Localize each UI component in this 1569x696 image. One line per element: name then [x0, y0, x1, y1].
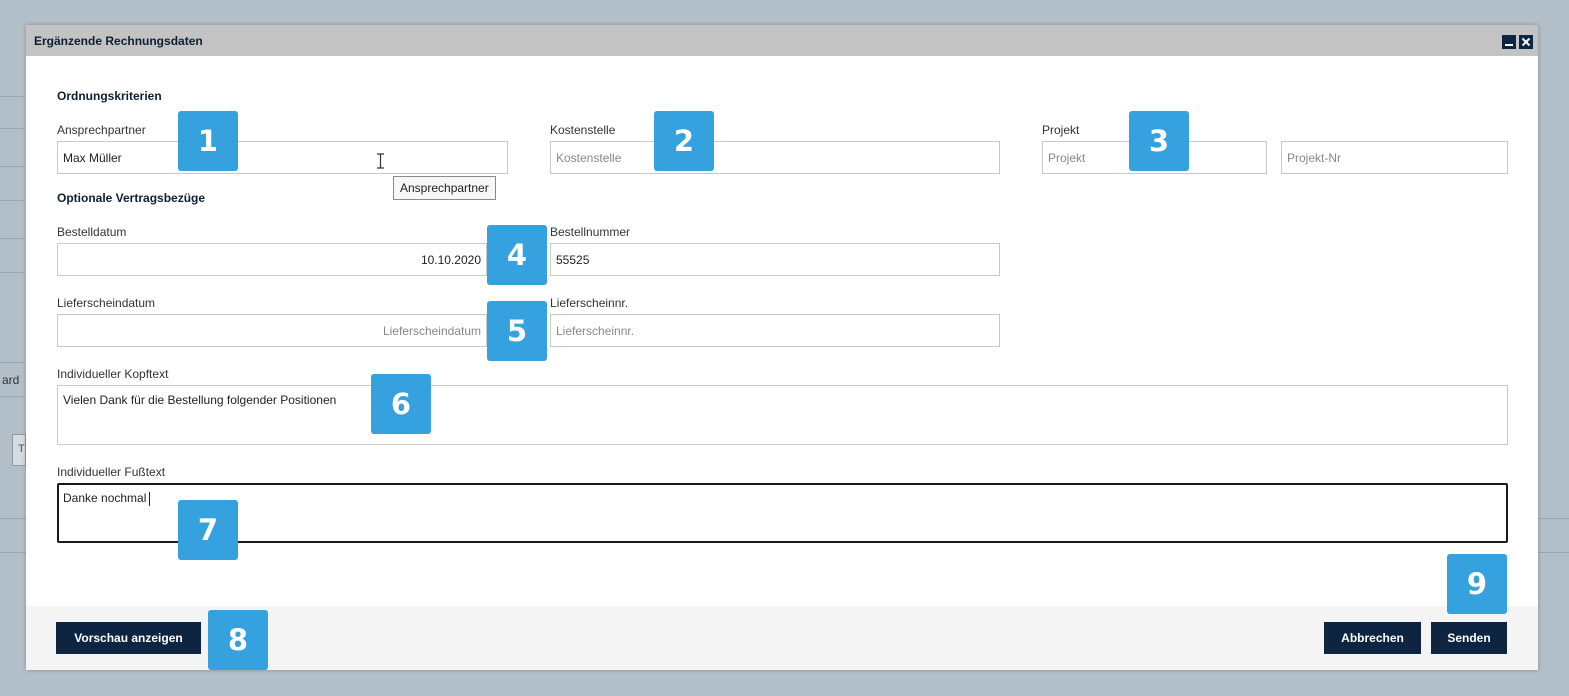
- contact-label: Ansprechpartner: [57, 123, 146, 137]
- delivery-number-label: Lieferscheinnr.: [550, 296, 629, 310]
- project-label: Projekt: [1042, 123, 1080, 137]
- contract-heading: Optionale Vertragsbezüge: [57, 191, 206, 205]
- invoice-data-dialog: Ergänzende Rechnungsdaten Ordnungskriter…: [26, 25, 1538, 670]
- cost-center-input[interactable]: Kostenstelle: [550, 141, 1000, 174]
- annotation-badge-6: 6: [371, 374, 431, 434]
- dialog-titlebar[interactable]: Ergänzende Rechnungsdaten: [26, 25, 1538, 56]
- close-button[interactable]: [1519, 35, 1533, 49]
- contact-tooltip: Ansprechpartner: [393, 176, 496, 200]
- annotation-badge-1: 1: [178, 111, 238, 171]
- footer-text-area[interactable]: Danke nochmal: [57, 483, 1508, 543]
- annotation-badge-7: 7: [178, 500, 238, 560]
- text-cursor-icon: [377, 153, 384, 169]
- background-divider: [0, 396, 24, 397]
- order-date-label: Bestelldatum: [57, 225, 127, 239]
- annotation-badge-9: 9: [1447, 554, 1507, 614]
- background-divider: [0, 362, 24, 363]
- cost-center-label: Kostenstelle: [550, 123, 616, 137]
- close-icon: [1521, 37, 1531, 47]
- ordering-heading: Ordnungskriterien: [57, 89, 162, 103]
- delivery-date-input[interactable]: Lieferscheindatum: [57, 314, 487, 347]
- order-number-label: Bestellnummer: [550, 225, 631, 239]
- footer-text-value: Danke nochmal: [63, 491, 147, 505]
- header-text-area[interactable]: Vielen Dank für die Bestellung folgender…: [57, 385, 1508, 445]
- background-fragment-text: ard: [2, 373, 20, 387]
- project-number-input[interactable]: Projekt-Nr: [1281, 141, 1508, 174]
- background-divider: [0, 166, 24, 167]
- minimize-button[interactable]: [1502, 35, 1516, 49]
- annotation-badge-8: 8: [208, 610, 268, 670]
- delivery-date-label: Lieferscheindatum: [57, 296, 156, 310]
- background-divider: [0, 128, 24, 129]
- annotation-badge-5: 5: [487, 301, 547, 361]
- background-divider: [0, 272, 24, 273]
- preview-button[interactable]: Vorschau anzeigen: [56, 622, 201, 654]
- annotation-badge-4: 4: [487, 225, 547, 285]
- text-caret: [149, 491, 151, 506]
- header-text-label: Individueller Kopftext: [57, 367, 169, 381]
- background-fragment-box: T: [12, 434, 26, 466]
- order-date-input[interactable]: 10.10.2020: [57, 243, 487, 276]
- background-divider: [0, 96, 24, 97]
- cancel-button[interactable]: Abbrechen: [1324, 622, 1421, 654]
- order-number-input[interactable]: 55525: [550, 243, 1000, 276]
- annotation-badge-3: 3: [1129, 111, 1189, 171]
- background-divider: [0, 200, 24, 201]
- annotation-badge-2: 2: [654, 111, 714, 171]
- delivery-number-input[interactable]: Lieferscheinnr.: [550, 314, 1000, 347]
- footer-text-label: Individueller Fußtext: [57, 465, 166, 479]
- contact-input[interactable]: Max Müller: [57, 141, 508, 174]
- dialog-title: Ergänzende Rechnungsdaten: [34, 34, 203, 48]
- send-button[interactable]: Senden: [1431, 622, 1507, 654]
- background-divider: [0, 238, 24, 239]
- minimize-icon: [1505, 44, 1513, 46]
